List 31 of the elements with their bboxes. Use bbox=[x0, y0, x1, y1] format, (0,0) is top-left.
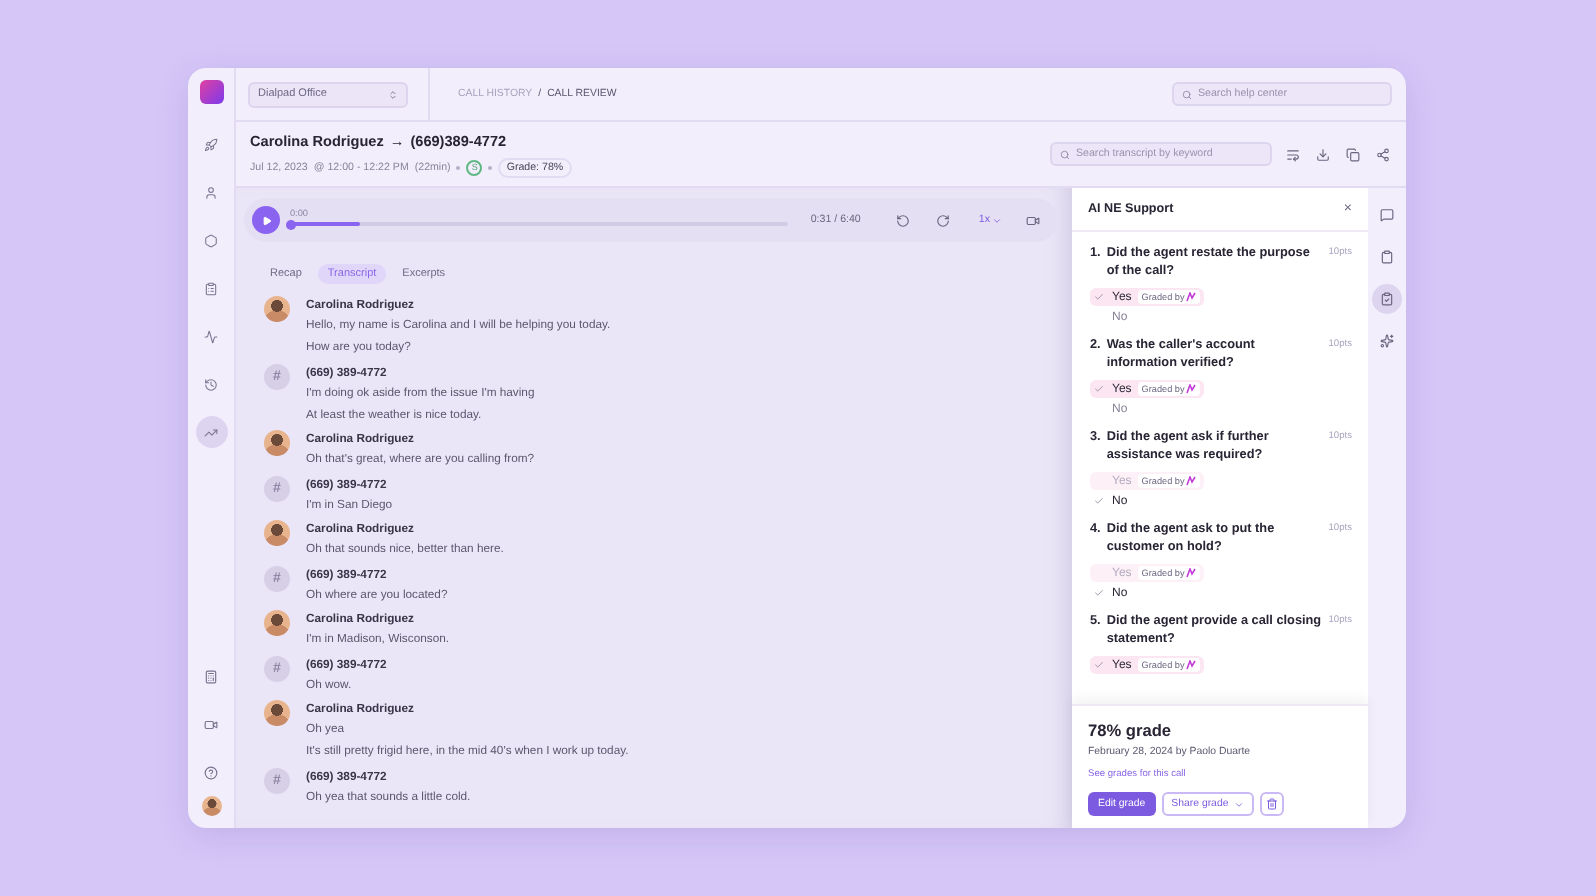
ai-logo-icon bbox=[1186, 568, 1197, 578]
trend-icon[interactable] bbox=[195, 416, 227, 448]
download-icon[interactable] bbox=[1314, 145, 1332, 163]
chevron-down-icon bbox=[1234, 799, 1245, 809]
rewind-icon[interactable] bbox=[894, 211, 913, 229]
share-icon[interactable] bbox=[1374, 145, 1392, 163]
play-icon bbox=[261, 215, 271, 225]
app-logo[interactable] bbox=[199, 80, 223, 104]
clipboard-check-icon[interactable] bbox=[1372, 284, 1402, 314]
ai-logo-icon bbox=[1186, 476, 1197, 486]
ai-logo-icon bbox=[1186, 660, 1197, 670]
copy-icon[interactable] bbox=[1344, 145, 1362, 163]
play-button[interactable] bbox=[252, 206, 280, 234]
grade-title: 78% grade bbox=[1088, 720, 1174, 740]
ai-logo-icon bbox=[1186, 384, 1197, 394]
video-icon[interactable] bbox=[1024, 211, 1042, 229]
chevron-down-icon bbox=[992, 215, 1002, 225]
forward-icon[interactable] bbox=[934, 211, 953, 229]
agent-avatar bbox=[264, 430, 290, 456]
wrap-icon[interactable] bbox=[1284, 145, 1302, 163]
search-icon bbox=[1182, 89, 1192, 99]
delete-button[interactable] bbox=[1260, 792, 1285, 816]
agent-avatar bbox=[264, 610, 290, 636]
chevrons-icon bbox=[388, 89, 398, 99]
search-icon bbox=[1060, 149, 1070, 159]
agent-avatar bbox=[264, 296, 290, 322]
ai-logo-icon bbox=[1186, 292, 1197, 302]
user-avatar[interactable] bbox=[201, 796, 221, 816]
agent-avatar bbox=[264, 520, 290, 546]
trash-icon bbox=[1266, 798, 1279, 810]
agent-avatar bbox=[264, 700, 290, 726]
